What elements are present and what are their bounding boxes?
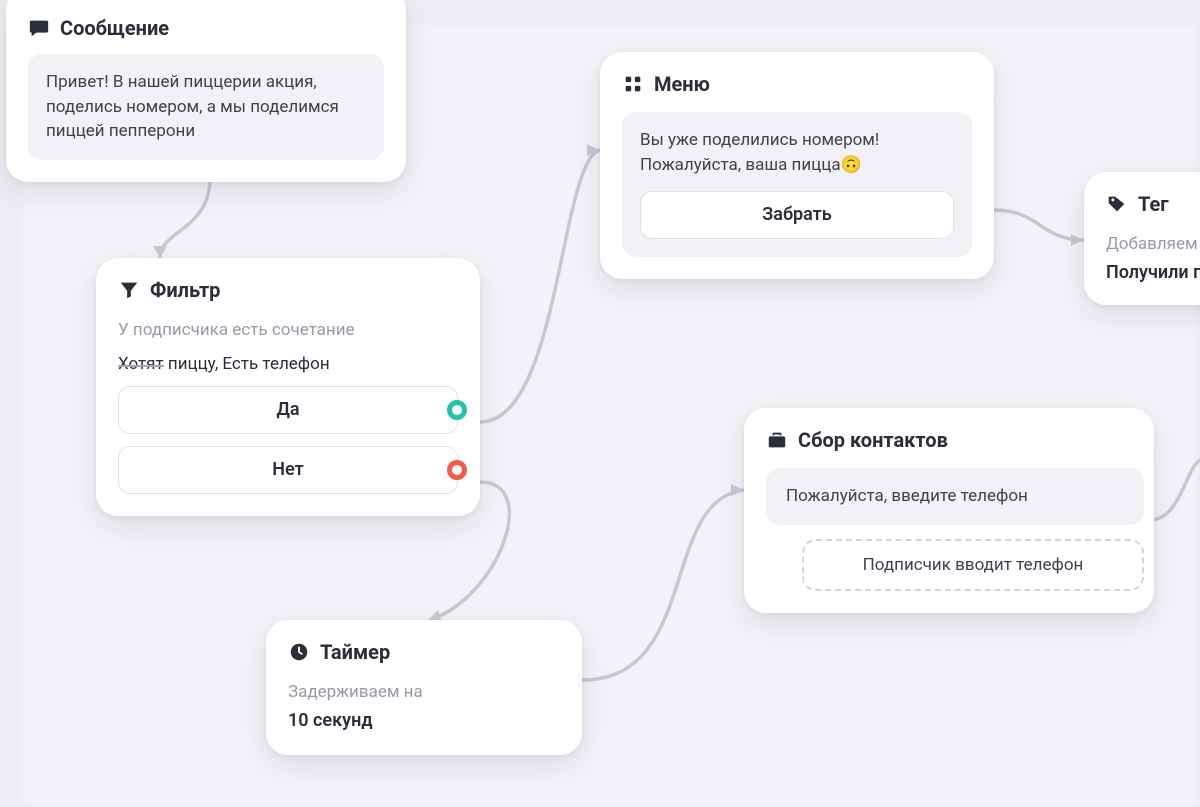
collect-title: Сбор контактов <box>798 428 948 452</box>
node-timer[interactable]: Таймер Задерживаем на 10 секунд <box>266 620 582 755</box>
filter-yes-button[interactable]: Да <box>118 386 458 434</box>
tag-icon <box>1106 193 1128 215</box>
filter-title: Фильтр <box>150 278 220 302</box>
tag-desc: Добавляем <box>1106 232 1200 258</box>
menu-take-label: Забрать <box>762 202 831 228</box>
timer-value: 10 секунд <box>288 710 560 731</box>
port-yes[interactable] <box>447 400 467 420</box>
filter-no-button[interactable]: Нет <box>118 446 458 494</box>
timer-desc: Задерживаем на <box>288 680 560 706</box>
node-menu[interactable]: Меню Вы уже поделились номером! Пожалуйс… <box>600 52 994 279</box>
node-message[interactable]: Сообщение Привет! В нашей пиццерии акция… <box>6 0 406 182</box>
message-body: Привет! В нашей пиццерии акция, поделись… <box>28 54 384 160</box>
filter-yes-label: Да <box>276 399 299 420</box>
grid-icon <box>622 73 644 95</box>
menu-body: Вы уже поделились номером! Пожалуйста, в… <box>640 128 954 177</box>
collect-user-action: Подписчик вводит телефон <box>802 539 1144 591</box>
tag-title: Тег <box>1138 192 1169 216</box>
menu-title: Меню <box>654 72 710 96</box>
node-tag[interactable]: Тег Добавляем Получили пи <box>1084 172 1200 305</box>
timer-title: Таймер <box>320 640 390 664</box>
filter-desc: У подписчика есть сочетание <box>118 318 458 344</box>
node-collect[interactable]: Сбор контактов Пожалуйста, введите телеф… <box>744 408 1154 613</box>
menu-panel: Вы уже поделились номером! Пожалуйста, в… <box>622 112 972 257</box>
filter-tags: Хотят пиццу, Есть телефон <box>118 354 458 374</box>
contact-icon <box>766 429 788 451</box>
tag-value: Получили пи <box>1106 262 1200 283</box>
clock-icon <box>288 641 310 663</box>
collect-prompt: Пожалуйста, введите телефон <box>766 468 1144 525</box>
node-filter[interactable]: Фильтр У подписчика есть сочетание Хотят… <box>96 258 480 516</box>
funnel-icon <box>118 279 140 301</box>
message-title: Сообщение <box>60 16 169 40</box>
menu-take-button[interactable]: Забрать <box>640 191 954 239</box>
filter-no-label: Нет <box>272 459 303 480</box>
port-no[interactable] <box>447 460 467 480</box>
message-icon <box>28 17 50 39</box>
